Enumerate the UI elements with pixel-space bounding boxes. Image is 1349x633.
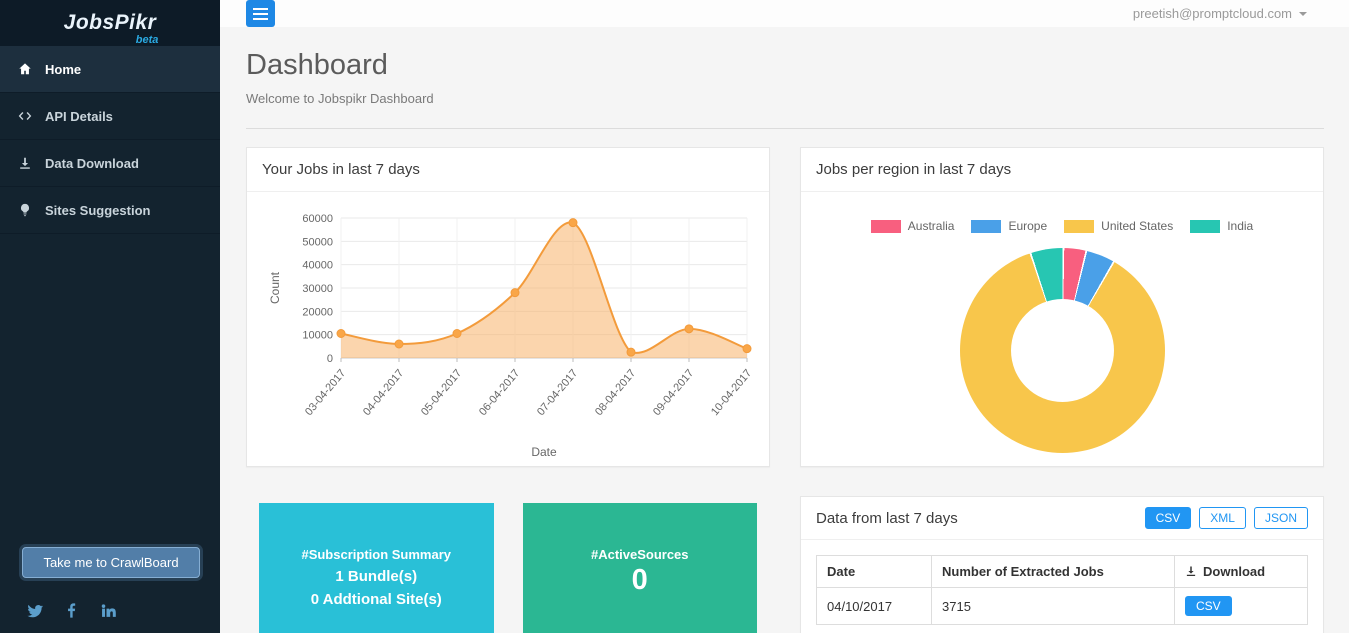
jobs-chart-card: Your Jobs in last 7 days 0 10000 20000 3000…	[246, 147, 770, 467]
svg-text:Date: Date	[531, 445, 557, 459]
jobs-chart-title: Your Jobs in last 7 days	[247, 148, 769, 192]
sidebar-nav: Home API Details Data Download Sites Sugges…	[0, 46, 220, 234]
legend-label: Europe	[1008, 219, 1047, 233]
legend-item-india[interactable]: India	[1190, 219, 1253, 233]
row-download-button[interactable]: CSV	[1185, 596, 1232, 616]
legend-swatch	[871, 220, 901, 233]
svg-text:03-04-2017: 03-04-2017	[303, 367, 348, 418]
sidebar-item-label: Home	[45, 62, 81, 77]
legend-swatch	[971, 220, 1001, 233]
sidebar-item-data-download[interactable]: Data Download	[0, 140, 220, 187]
svg-text:40000: 40000	[302, 260, 333, 272]
page-title: Dashboard	[246, 49, 1324, 82]
chart-legend: Australia Europe United States India	[871, 219, 1253, 233]
svg-text:09-04-2017: 09-04-2017	[651, 367, 696, 418]
legend-item-australia[interactable]: Australia	[871, 219, 955, 233]
brand-text: JobsPikr	[64, 11, 157, 34]
svg-text:08-04-2017: 08-04-2017	[593, 367, 638, 418]
legend-label: United States	[1101, 219, 1173, 233]
legend-item-united-states[interactable]: United States	[1064, 219, 1173, 233]
active-sources-title: #ActiveSources	[523, 547, 758, 562]
legend-swatch	[1064, 220, 1094, 233]
crawlboard-button[interactable]: Take me to CrawlBoard	[22, 547, 200, 578]
twitter-icon[interactable]	[26, 602, 43, 619]
column-header-date: Date	[817, 556, 932, 588]
svg-text:30000: 30000	[302, 283, 333, 295]
sidebar-item-label: API Details	[45, 109, 113, 124]
column-header-download: Download	[1175, 556, 1308, 588]
download-icon	[1185, 565, 1197, 577]
svg-text:0: 0	[327, 353, 333, 365]
svg-text:20000: 20000	[302, 306, 333, 318]
user-menu[interactable]: preetish@promptcloud.com	[1133, 6, 1307, 21]
sidebar: JobsPikr beta Home API Details Data Downlo…	[0, 0, 220, 633]
region-chart-title: Jobs per region in last 7 days	[801, 148, 1323, 192]
sidebar-item-api-details[interactable]: API Details	[0, 93, 220, 140]
logo: JobsPikr beta	[0, 0, 220, 46]
svg-text:06-04-2017: 06-04-2017	[477, 367, 522, 418]
svg-text:Count: Count	[268, 271, 282, 304]
bulb-icon	[18, 203, 35, 218]
main-content: Dashboard Welcome to Jobspikr Dashboard …	[220, 27, 1349, 633]
sidebar-item-sites-suggestion[interactable]: Sites Suggestion	[0, 187, 220, 234]
linkedin-icon[interactable]	[100, 602, 117, 619]
svg-text:10000: 10000	[302, 330, 333, 342]
svg-text:07-04-2017: 07-04-2017	[535, 367, 580, 418]
legend-label: India	[1227, 219, 1253, 233]
row-jobs-count: 3715	[932, 588, 1175, 625]
social-links	[22, 602, 202, 619]
export-csv-button[interactable]: CSV	[1145, 507, 1192, 529]
divider	[246, 128, 1324, 129]
chevron-down-icon	[1299, 12, 1307, 16]
row-date: 04/10/2017	[817, 588, 932, 625]
code-icon	[18, 109, 35, 124]
active-sources-card: #ActiveSources 0	[523, 503, 758, 633]
export-xml-button[interactable]: XML	[1199, 507, 1246, 529]
data-table-card: Data from last 7 days CSV XML JSON DateNum…	[800, 496, 1324, 633]
beta-badge: beta	[136, 34, 159, 46]
svg-text:04-04-2017: 04-04-2017	[361, 367, 406, 418]
subscription-summary-card: #Subscription Summary 1 Bundle(s) 0 Addt…	[259, 503, 494, 633]
facebook-icon[interactable]	[63, 602, 80, 619]
summary-cards: #Subscription Summary 1 Bundle(s) 0 Addt…	[259, 503, 757, 633]
home-icon	[18, 62, 35, 77]
column-header-number-of-extracted-jobs: Number of Extracted Jobs	[932, 556, 1175, 588]
menu-toggle-button[interactable]	[246, 0, 275, 27]
export-json-button[interactable]: JSON	[1254, 507, 1308, 529]
sidebar-footer: Take me to CrawlBoard	[0, 529, 220, 633]
table-row: 04/10/20173715 CSV	[817, 588, 1308, 625]
topbar: preetish@promptcloud.com	[220, 0, 1349, 27]
sidebar-item-label: Sites Suggestion	[45, 203, 150, 218]
user-email: preetish@promptcloud.com	[1133, 6, 1292, 21]
legend-swatch	[1190, 220, 1220, 233]
svg-text:05-04-2017: 05-04-2017	[419, 367, 464, 418]
table-title: Data from last 7 days	[816, 510, 958, 527]
app: JobsPikr beta Home API Details Data Downlo…	[0, 0, 1349, 633]
main-area: preetish@promptcloud.com Dashboard Welco…	[220, 0, 1349, 633]
legend-label: Australia	[908, 219, 955, 233]
svg-text:50000: 50000	[302, 236, 333, 248]
legend-item-europe[interactable]: Europe	[971, 219, 1047, 233]
export-buttons: CSV XML JSON	[1145, 507, 1308, 529]
subscription-additional-sites: 0 Addtional Site(s)	[259, 591, 494, 608]
svg-text:60000: 60000	[302, 213, 333, 225]
subscription-bundles: 1 Bundle(s)	[259, 568, 494, 585]
sidebar-item-label: Data Download	[45, 156, 139, 171]
jobs-area-chart: 0 10000 20000 30000 40000 50000 60000 03-04-201…	[253, 198, 761, 466]
data-table: DateNumber of Extracted JobsDownload 04/…	[816, 555, 1308, 625]
download-icon	[18, 156, 35, 171]
sidebar-item-home[interactable]: Home	[0, 46, 220, 93]
svg-text:10-04-2017: 10-04-2017	[709, 367, 754, 418]
page-subtitle: Welcome to Jobspikr Dashboard	[246, 91, 1324, 106]
region-chart-card: Jobs per region in last 7 days Australia…	[800, 147, 1324, 467]
active-sources-value: 0	[523, 564, 758, 597]
subscription-title: #Subscription Summary	[259, 547, 494, 562]
region-donut-chart	[960, 248, 1165, 453]
